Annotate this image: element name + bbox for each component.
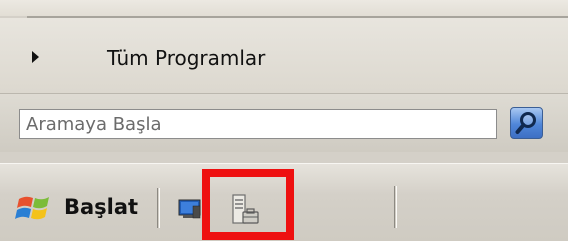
taskbar-separator bbox=[394, 186, 397, 228]
start-menu-top bbox=[0, 0, 568, 16]
highlight-box bbox=[202, 169, 294, 240]
search-row bbox=[0, 93, 568, 152]
search-input[interactable] bbox=[19, 109, 497, 139]
all-programs-item[interactable]: Tüm Programlar bbox=[0, 38, 568, 78]
arrow-right-icon bbox=[32, 51, 39, 63]
start-label: Başlat bbox=[64, 195, 139, 219]
windows-logo-icon bbox=[15, 196, 49, 220]
magnifier-icon bbox=[515, 112, 536, 134]
show-desktop-icon[interactable] bbox=[178, 198, 202, 222]
start-button[interactable]: Başlat bbox=[11, 189, 148, 229]
search-button[interactable] bbox=[510, 107, 543, 139]
taskbar-separator bbox=[157, 188, 160, 228]
all-programs-label: Tüm Programlar bbox=[107, 46, 266, 70]
